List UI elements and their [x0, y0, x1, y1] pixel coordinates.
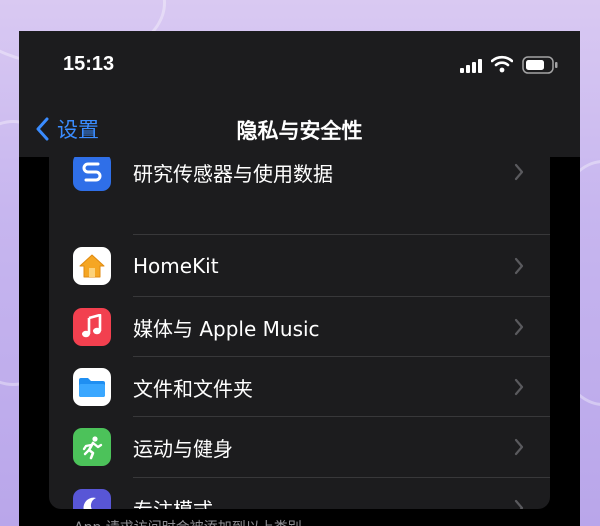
- status-bar: 15:13: [19, 31, 580, 101]
- chevron-right-icon: [514, 499, 524, 509]
- home-icon: [73, 247, 111, 285]
- moon-icon: [73, 489, 111, 509]
- wifi-icon: [491, 55, 513, 73]
- list-item-label: 研究传感器与使用数据: [133, 161, 333, 186]
- list-item-focus[interactable]: 专注模式: [49, 478, 550, 509]
- folder-icon: [73, 368, 111, 406]
- page-title: 隐私与安全性: [236, 119, 363, 143]
- list-item-files-folders[interactable]: 文件和文件夹: [49, 357, 550, 417]
- list-item-label: HomeKit: [133, 254, 219, 278]
- list-item-label: 文件和文件夹: [133, 376, 253, 401]
- privacy-settings-list: 研究传感器与使用数据 HomeKit 媒体与 Apple Music 文件和文件…: [49, 157, 550, 509]
- chevron-right-icon: [514, 163, 524, 181]
- list-item-label: 专注模式: [133, 494, 213, 510]
- music-note-icon: [73, 308, 111, 346]
- chevron-right-icon: [514, 318, 524, 336]
- phone-screen: 15:13 设置 隐私与安全性 研究传感器与使用数据 HomeKit 媒体与 A…: [19, 31, 580, 526]
- list-item-label: 运动与健身: [133, 436, 233, 461]
- running-person-icon: [73, 428, 111, 466]
- chevron-right-icon: [514, 257, 524, 275]
- list-item-label: 媒体与 Apple Music: [133, 316, 320, 341]
- list-item-media-apple-music[interactable]: 媒体与 Apple Music: [49, 297, 550, 357]
- list-item-motion-fitness[interactable]: 运动与健身: [49, 417, 550, 477]
- list-item-research-sensor[interactable]: 研究传感器与使用数据: [49, 157, 550, 202]
- footer-note: App 请求访问时会被添加到以上类别。: [74, 517, 316, 526]
- cellular-signal-icon: [460, 59, 482, 73]
- separator: [133, 234, 550, 235]
- list-item-homekit[interactable]: HomeKit: [49, 236, 550, 296]
- research-sensor-icon: [73, 157, 111, 191]
- navigation-bar: 设置 隐私与安全性: [19, 101, 580, 157]
- chevron-right-icon: [514, 378, 524, 396]
- battery-icon: [522, 56, 558, 74]
- chevron-right-icon: [514, 438, 524, 456]
- status-time: 15:13: [63, 53, 115, 75]
